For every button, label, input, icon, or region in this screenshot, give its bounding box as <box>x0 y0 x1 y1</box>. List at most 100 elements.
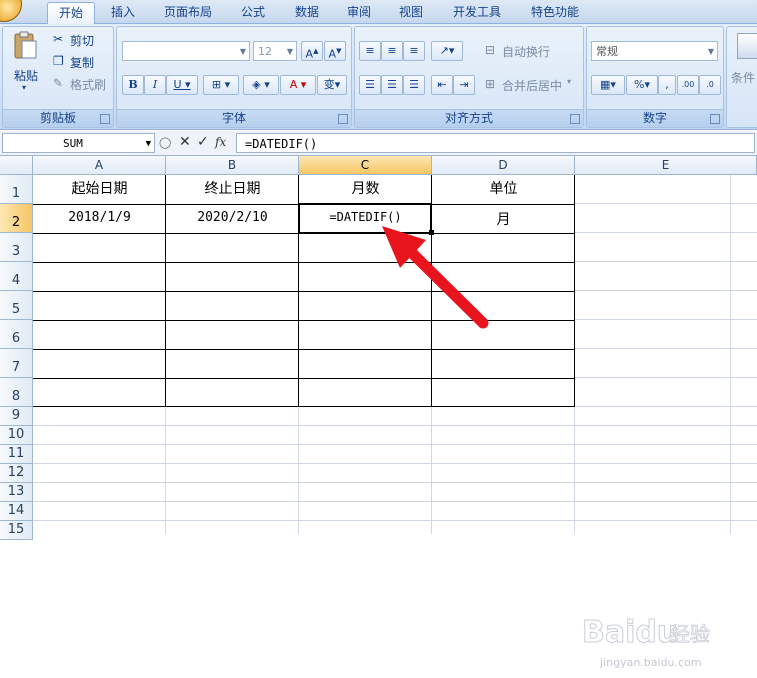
table-border <box>33 349 575 350</box>
fill-color-icon[interactable]: ◈ ▾ <box>243 75 279 95</box>
formula-input[interactable]: =DATEDIF() <box>236 133 755 153</box>
number-launcher-icon[interactable] <box>710 114 720 124</box>
decrease-indent-icon[interactable]: ⇤ <box>431 75 453 95</box>
font-size-select[interactable]: 12 ▼ <box>253 41 297 61</box>
merge-center-button[interactable]: 合并后居中 <box>502 77 562 94</box>
wrap-text-icon[interactable]: ⊟ <box>485 43 495 57</box>
insert-function-icon[interactable]: fx <box>215 135 226 149</box>
wrap-text-button[interactable]: 自动换行 <box>502 43 550 60</box>
alignment-launcher-icon[interactable] <box>570 114 580 124</box>
paste-button[interactable]: 粘贴 <box>14 67 38 84</box>
conditional-format-icon[interactable] <box>737 33 757 59</box>
copy-button[interactable]: 复制 <box>70 54 94 71</box>
gridline <box>575 377 757 378</box>
name-box[interactable]: SUM ▼ <box>2 133 155 153</box>
increase-decimal-icon[interactable]: .00 <box>677 75 699 95</box>
format-painter-button[interactable]: 格式刷 <box>70 76 106 93</box>
cut-button[interactable]: 剪切 <box>70 32 94 49</box>
underline-icon[interactable]: U ▾ <box>166 75 198 95</box>
orientation-icon[interactable]: ↗▾ <box>431 41 463 61</box>
decrease-decimal-icon[interactable]: .0 <box>699 75 721 95</box>
cell-d1[interactable]: 单位 <box>432 178 575 198</box>
tab-review[interactable]: 审阅 <box>339 2 379 23</box>
row-header-5[interactable]: 5 <box>0 291 33 320</box>
bold-icon[interactable]: B <box>122 75 144 95</box>
grow-font-icon[interactable]: A▲ <box>301 41 323 61</box>
cell-a1[interactable]: 起始日期 <box>33 178 166 198</box>
column-header-b[interactable]: B <box>166 156 299 175</box>
cell-b2[interactable]: 2020/2/10 <box>166 210 299 225</box>
row-header-12[interactable]: 12 <box>0 464 33 483</box>
phonetic-icon[interactable]: 变▾ <box>317 75 347 95</box>
increase-indent-icon[interactable]: ⇥ <box>453 75 475 95</box>
tab-page-layout[interactable]: 页面布局 <box>158 2 218 23</box>
select-all-corner[interactable] <box>0 156 33 175</box>
merge-dropdown-icon[interactable]: ▾ <box>567 77 571 86</box>
borders-icon[interactable]: ⊞ ▾ <box>203 75 239 95</box>
row-header-11[interactable]: 11 <box>0 445 33 464</box>
font-name-select[interactable]: ▼ <box>122 41 250 61</box>
cell-c1[interactable]: 月数 <box>299 178 432 198</box>
align-middle-icon[interactable]: ≡ <box>381 41 403 61</box>
gridline <box>33 444 757 445</box>
gridline <box>730 175 731 534</box>
tab-formulas[interactable]: 公式 <box>233 2 273 23</box>
column-header-a[interactable]: A <box>33 156 166 175</box>
tab-insert[interactable]: 插入 <box>103 2 143 23</box>
styles-group: 条件 <box>726 26 757 128</box>
row-header-3[interactable]: 3 <box>0 233 33 262</box>
row-header-6[interactable]: 6 <box>0 320 33 349</box>
row-header-2[interactable]: 2 <box>0 204 33 233</box>
copy-icon[interactable]: ❐ <box>53 54 64 68</box>
merge-center-icon[interactable]: ⊞ <box>485 77 495 91</box>
paste-dropdown-icon[interactable]: ▾ <box>22 83 26 92</box>
currency-icon[interactable]: ▦▾ <box>591 75 625 95</box>
align-bottom-icon[interactable]: ≡ <box>403 41 425 61</box>
font-color-icon[interactable]: A ▾ <box>280 75 316 95</box>
row-header-1[interactable]: 1 <box>0 175 33 204</box>
align-right-icon[interactable]: ☰ <box>403 75 425 95</box>
percent-icon[interactable]: %▾ <box>626 75 658 95</box>
office-button[interactable] <box>0 0 22 22</box>
tab-data[interactable]: 数据 <box>287 2 327 23</box>
comma-icon[interactable]: , <box>658 75 676 95</box>
row-header-13[interactable]: 13 <box>0 483 33 502</box>
cell-a2[interactable]: 2018/1/9 <box>33 210 166 225</box>
clipboard-group: 粘贴 ▾ ✂ 剪切 ❐ 复制 ✎ 格式刷 剪贴板 <box>2 26 114 128</box>
cancel-icon[interactable]: ✕ <box>179 134 191 150</box>
format-painter-icon[interactable]: ✎ <box>53 76 63 90</box>
cell-b1[interactable]: 终止日期 <box>166 178 299 198</box>
row-header-9[interactable]: 9 <box>0 407 33 426</box>
italic-icon[interactable]: I <box>144 75 166 95</box>
column-header-e[interactable]: E <box>575 156 757 175</box>
row-header-4[interactable]: 4 <box>0 262 33 291</box>
gridline <box>33 425 757 426</box>
tab-special[interactable]: 特色功能 <box>524 2 586 23</box>
tab-view[interactable]: 视图 <box>391 2 431 23</box>
align-left-icon[interactable]: ☰ <box>359 75 381 95</box>
tab-home[interactable]: 开始 <box>47 2 95 25</box>
row-header-10[interactable]: 10 <box>0 426 33 445</box>
row-header-14[interactable]: 14 <box>0 502 33 521</box>
align-top-icon[interactable]: ≡ <box>359 41 381 61</box>
gridline <box>33 482 757 483</box>
gridline <box>575 290 757 291</box>
row-header-7[interactable]: 7 <box>0 349 33 378</box>
cut-icon[interactable]: ✂ <box>53 32 63 46</box>
tab-developer[interactable]: 开发工具 <box>446 2 508 23</box>
column-header-c[interactable]: C <box>299 156 432 175</box>
expand-icon[interactable]: ◯ <box>159 136 171 149</box>
align-center-icon[interactable]: ☰ <box>381 75 403 95</box>
gridline <box>575 232 757 233</box>
row-header-8[interactable]: 8 <box>0 378 33 407</box>
svg-text:经验: 经验 <box>670 622 710 646</box>
paste-icon[interactable] <box>11 31 39 61</box>
clipboard-launcher-icon[interactable] <box>100 114 110 124</box>
font-launcher-icon[interactable] <box>338 114 348 124</box>
number-format-select[interactable]: 常规 ▼ <box>591 41 718 61</box>
conditional-format-button[interactable]: 条件 <box>731 69 755 86</box>
column-header-d[interactable]: D <box>432 156 575 175</box>
row-header-15[interactable]: 15 <box>0 521 33 540</box>
shrink-font-icon[interactable]: A▼ <box>324 41 346 61</box>
enter-check-icon[interactable]: ✓ <box>197 134 209 150</box>
